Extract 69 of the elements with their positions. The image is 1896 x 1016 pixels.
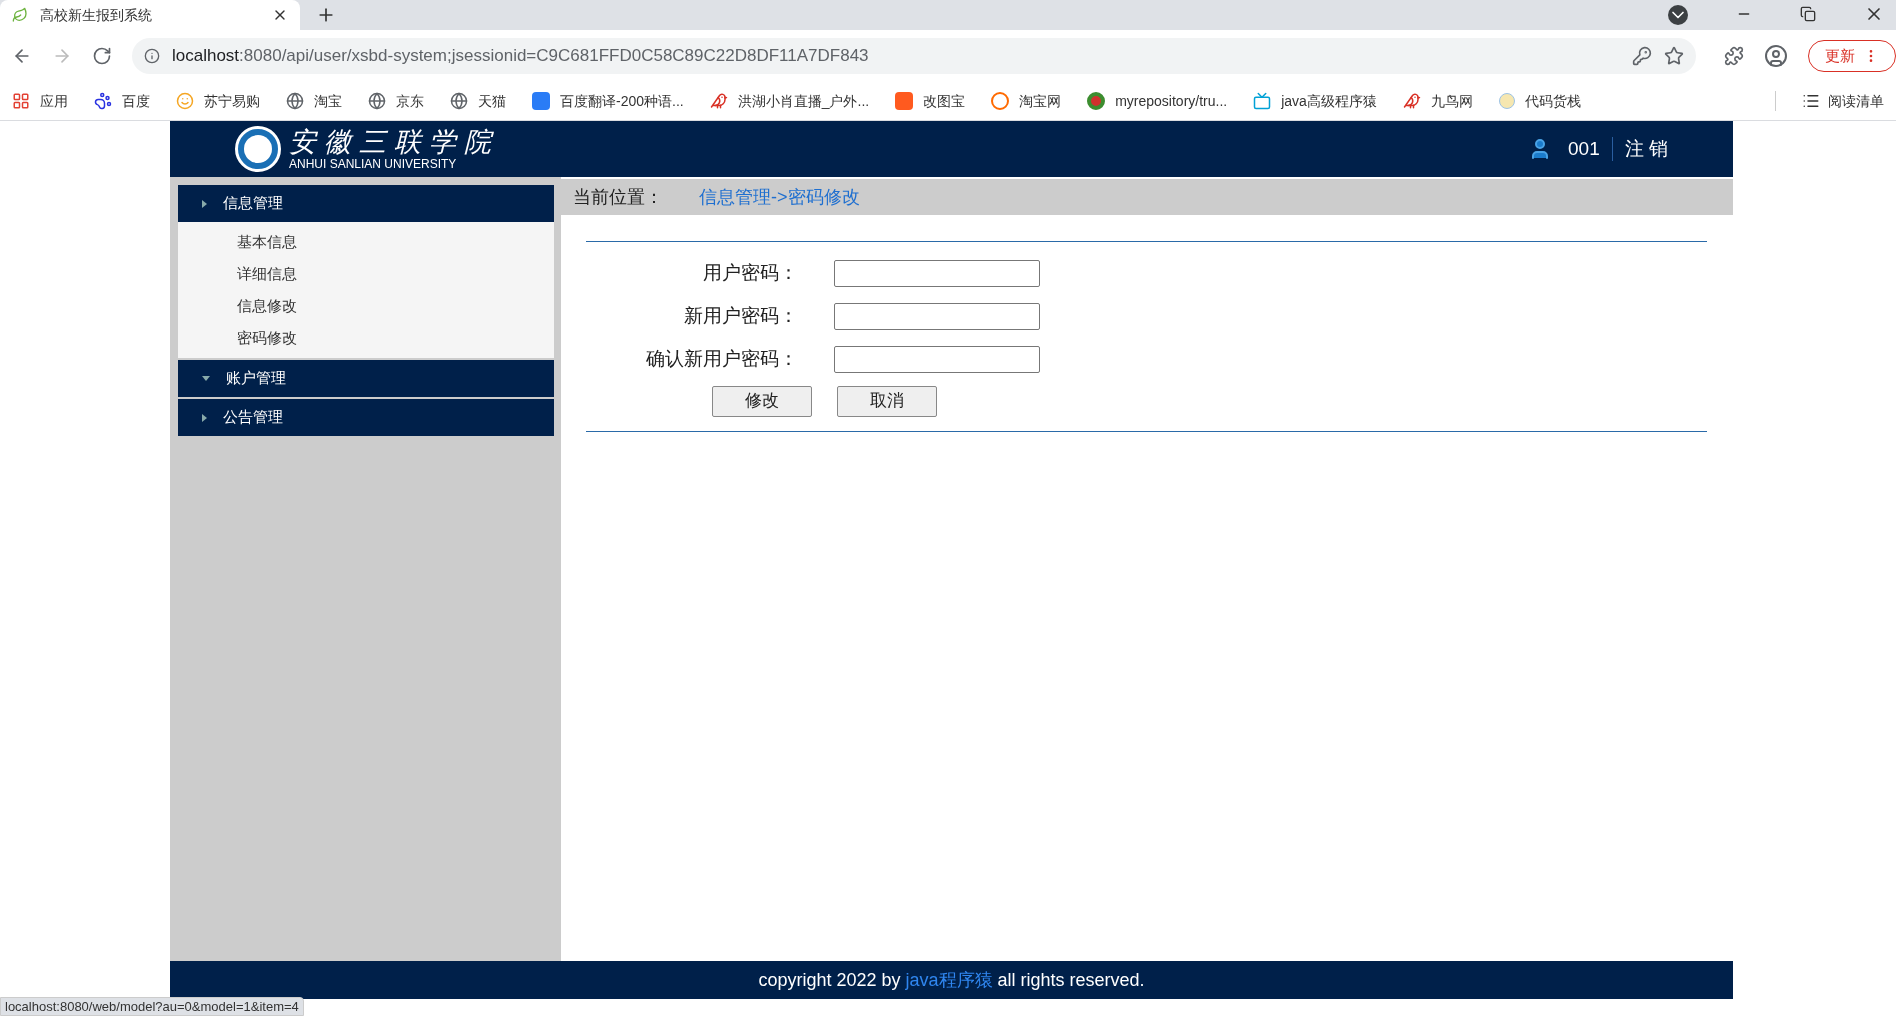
apps-grid-icon xyxy=(12,92,30,110)
bookmark-item[interactable]: myrepository/tru... xyxy=(1087,90,1228,112)
bookmark-item[interactable]: 代码货栈 xyxy=(1498,90,1581,112)
profile-icon[interactable] xyxy=(1764,44,1788,68)
bookmark-item[interactable]: 百度翻译-200种语... xyxy=(532,90,684,112)
tv-icon xyxy=(1253,92,1272,110)
leaf-icon xyxy=(12,7,28,23)
submenu-item[interactable]: 基本信息 xyxy=(178,226,554,258)
bookmark-item[interactable]: 洪湖小肖直播_户外... xyxy=(709,90,870,112)
password-field[interactable] xyxy=(834,346,1040,373)
globe-icon xyxy=(286,92,304,110)
key-icon[interactable] xyxy=(1632,46,1652,66)
password-field[interactable] xyxy=(834,303,1040,330)
address-bar[interactable]: localhost:8080/api/user/xsbd-system;jsessionid=C9C681FFD0C58C89C22D8DF11A7DF843 xyxy=(132,38,1696,74)
field-label: 用户密码： xyxy=(702,261,798,286)
copyright-text: copyright 2022 by xyxy=(758,968,901,992)
menu-group-header[interactable]: 公告管理 xyxy=(178,399,554,436)
bookmark-item[interactable]: 苏宁易购 xyxy=(176,90,260,112)
bookmark-item[interactable]: java高级程序猿 xyxy=(1253,90,1377,112)
username: 001 xyxy=(1568,136,1600,161)
browser-tab[interactable]: 高校新生报到系统 xyxy=(0,0,300,30)
reload-icon[interactable] xyxy=(92,46,112,66)
logout-link[interactable]: 注 销 xyxy=(1624,134,1668,164)
globe-icon xyxy=(368,92,386,110)
bookmark-item[interactable]: 改图宝 xyxy=(895,90,966,112)
extensions-icon[interactable] xyxy=(1724,46,1744,66)
bookmark-item[interactable]: 天猫 xyxy=(450,90,506,112)
submenu-item[interactable]: 详细信息 xyxy=(178,258,554,290)
smiley-icon xyxy=(176,92,194,110)
bookmark-item[interactable]: 淘宝网 xyxy=(991,90,1062,112)
bird-icon xyxy=(709,92,728,110)
menu-group-label: 公告管理 xyxy=(223,407,283,428)
menu-group-label: 账户管理 xyxy=(226,368,286,389)
tab-search-icon[interactable] xyxy=(1668,5,1688,25)
bookmark-item[interactable]: 京东 xyxy=(368,90,424,112)
password-field[interactable] xyxy=(834,260,1040,287)
bookmark-item[interactable]: 百度 xyxy=(94,90,150,112)
author-link[interactable]: java程序猿 xyxy=(905,966,993,994)
university-logo-icon xyxy=(235,126,281,172)
bookmark-item[interactable]: 九鸟网 xyxy=(1402,90,1473,112)
square-badge-icon xyxy=(532,92,550,110)
cancel-button[interactable]: 取消 xyxy=(837,385,937,417)
star-icon[interactable] xyxy=(1664,46,1684,66)
field-label: 确认新用户密码： xyxy=(645,347,798,372)
circle-glyph-icon xyxy=(991,92,1010,110)
info-icon xyxy=(144,48,160,64)
tab-title: 高校新生报到系统 xyxy=(40,5,153,25)
menu-group-label: 信息管理 xyxy=(223,193,283,214)
bird-icon xyxy=(1402,92,1421,110)
list-icon xyxy=(1802,92,1820,110)
paw-icon xyxy=(94,92,112,110)
bookmark-item[interactable]: 淘宝 xyxy=(286,90,342,112)
logo-english-name: ANHUI SANLIAN UNIVERSITY xyxy=(289,157,458,170)
globe-icon xyxy=(450,92,468,110)
submit-button[interactable]: 修改 xyxy=(712,385,812,417)
bookmark-item[interactable]: 应用 xyxy=(12,90,68,112)
menu-group-header[interactable]: 账户管理 xyxy=(178,360,554,397)
rights-text: all rights reserved. xyxy=(997,968,1145,992)
ring-icon xyxy=(1087,92,1106,110)
logo-chinese-name: 安徽三联学院 xyxy=(289,128,499,156)
status-url-tooltip: localhost:8080/web/model?au=0&model=1&item=4 xyxy=(0,997,304,1016)
restore-icon[interactable] xyxy=(1800,6,1816,22)
menu-group-header[interactable]: 信息管理 xyxy=(178,185,554,222)
reading-list-item[interactable]: 阅读清单 xyxy=(1802,90,1884,112)
submenu-item[interactable]: 密码修改 xyxy=(178,322,554,354)
field-label: 新用户密码： xyxy=(683,304,798,329)
breadcrumb-label: 当前位置： xyxy=(573,185,663,209)
submenu-item[interactable]: 信息修改 xyxy=(178,290,554,322)
url-text: localhost:8080/api/user/xsbd-system;jsessionid=C9C681FFD0C58C89C22D8DF11A7DF843 xyxy=(172,45,870,68)
